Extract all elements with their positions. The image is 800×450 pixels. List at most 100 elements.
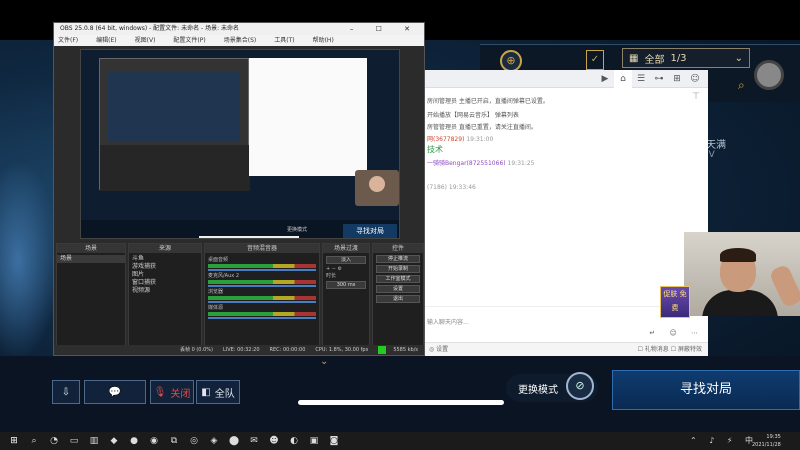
background-glow <box>0 160 60 360</box>
system-tray[interactable]: ⌃ ♪ ⚡ 中 <box>690 432 758 450</box>
chat-icon: 💬 <box>108 386 122 398</box>
volume-fader[interactable] <box>208 301 316 303</box>
menu-help[interactable]: 帮助(H) <box>313 35 334 46</box>
studio-mode-button[interactable]: 工作室模式 <box>376 275 420 283</box>
chat-timestamp: 19:31:00 <box>466 136 494 143</box>
tasks-icon[interactable]: ✓ <box>586 50 604 70</box>
volume-fader[interactable] <box>208 285 316 287</box>
ally-button[interactable]: ⇩ <box>52 380 80 404</box>
app-icon[interactable]: ◎ <box>186 434 202 448</box>
app-icon[interactable]: ◆ <box>106 434 122 448</box>
app-icon[interactable]: ◙ <box>326 434 342 448</box>
scenes-header: 场景 <box>57 244 125 253</box>
video-icon[interactable]: ▶ <box>596 70 614 88</box>
chat-message: (7186) 19:33:46 <box>427 184 476 191</box>
promo-badge[interactable]: 促肤 免费 <box>660 286 690 318</box>
settings-button[interactable]: 设置 <box>376 285 420 293</box>
source-item[interactable]: 游戏捕获 <box>129 263 201 271</box>
rec-time: REC: 00:00:00 <box>269 347 306 353</box>
user-icon[interactable]: ☺ <box>686 70 704 88</box>
list-icon[interactable]: ☰ <box>632 70 650 88</box>
team-button[interactable]: ◧ 全队 <box>196 380 240 404</box>
gift-icon[interactable]: ⊞ <box>668 70 686 88</box>
chat-message-text: 技术 <box>427 145 443 154</box>
chevron-down-icon[interactable]: ⌄ <box>320 356 328 367</box>
app-icon[interactable]: ✉ <box>246 434 262 448</box>
chat-input-toolbar[interactable]: ↵ ☺ ⋯ <box>649 329 704 337</box>
start-icon[interactable]: ⊞ <box>6 434 22 448</box>
duration-input[interactable]: 300 ms <box>326 281 366 289</box>
exit-button[interactable]: 退出 <box>376 295 420 303</box>
volume-meter <box>208 296 316 300</box>
app-icon[interactable]: ◈ <box>206 434 222 448</box>
home-indicator[interactable] <box>298 400 504 405</box>
app-icon[interactable]: ⬤ <box>226 434 242 448</box>
obs-status-bar: 丢帧 0 (0.0%) LIVE: 00:32:20 REC: 00:00:00… <box>54 345 424 355</box>
find-match-button[interactable]: 寻找对局 <box>612 370 800 410</box>
chat-filter-options[interactable]: ☐ 礼物消息 ☐ 屏蔽特效 <box>638 343 702 357</box>
search-icon[interactable]: ⌕ <box>738 78 745 93</box>
clock-time: 19:35 <box>766 434 781 440</box>
source-item[interactable]: 斗鱼 <box>129 255 201 263</box>
transition-select[interactable]: 淡入 <box>326 256 366 264</box>
app-icon[interactable]: ◉ <box>146 434 162 448</box>
menu-edit[interactable]: 编辑(E) <box>96 35 116 46</box>
chat-message: 房间管理员 主播已开启，直播间弹幕已设置。 <box>427 96 549 105</box>
region-dropdown[interactable]: ▦ 全部 1/3 ⌄ <box>622 48 750 68</box>
settings-link[interactable]: ◎ 设置 <box>429 346 448 353</box>
obs-preview[interactable]: 更换模式 寻找对局 <box>80 49 400 239</box>
chat-tabs: ▶ ⌂ ☰ ⊶ ⊞ ☺ <box>596 70 704 88</box>
source-item[interactable]: 视频源 <box>129 287 201 295</box>
search-icon[interactable]: ⌕ <box>26 434 42 448</box>
obs-menu-bar: 文件(F) 编辑(E) 视图(V) 配置文件(P) 场景集合(S) 工具(T) … <box>54 35 424 46</box>
obs-taskbar-icon[interactable]: ◐ <box>286 434 302 448</box>
explorer-icon[interactable]: ▭ <box>66 434 82 448</box>
chat-message: 一骑骑Bengar(872551066) 19:31:25 <box>427 158 534 167</box>
chat-message: 技术 <box>427 144 443 155</box>
chat-username[interactable]: 一骑骑Bengar(872551066) <box>427 160 506 167</box>
menu-tools[interactable]: 工具(T) <box>274 35 294 46</box>
grid-icon: ▦ <box>629 52 639 64</box>
menu-view[interactable]: 视图(V) <box>135 35 156 46</box>
scenes-dock: 场景 场景 + − ∧ ∨ <box>56 243 126 355</box>
home-icon[interactable]: ⌂ <box>614 70 632 88</box>
mode-icon[interactable]: ⊘ <box>566 372 594 400</box>
app-icon[interactable]: ▥ <box>86 434 102 448</box>
chat-placeholder: 输入聊天内容... <box>427 319 469 326</box>
app-icon[interactable]: ● <box>126 434 142 448</box>
chat-message-text: 房间管理员 主播已开启，直播间弹幕已设置。 <box>427 98 549 105</box>
clock-date: 2021/11/28 <box>752 442 781 448</box>
start-recording-button[interactable]: 开始录制 <box>376 265 420 273</box>
mic-button[interactable]: 🎙 关闭 <box>150 380 194 404</box>
chat-username[interactable]: 网(3677829) <box>427 136 464 143</box>
app-icon[interactable]: ⧉ <box>166 434 182 448</box>
app-icon[interactable]: ☻ <box>266 434 282 448</box>
menu-scene-collection[interactable]: 场景集合(S) <box>224 35 257 46</box>
gamepad-icon[interactable]: ⊶ <box>650 70 668 88</box>
chat-button[interactable]: 💬 <box>84 380 146 404</box>
chevron-down-icon: ⌄ <box>734 52 743 64</box>
source-item[interactable]: 窗口捕获 <box>129 279 201 287</box>
transitions-header: 场景过渡 <box>323 244 369 253</box>
window-controls[interactable]: – ☐ ✕ <box>350 23 420 35</box>
app-icon[interactable]: ▣ <box>306 434 322 448</box>
menu-profile[interactable]: 配置文件(P) <box>173 35 205 46</box>
mission-icon[interactable]: ⊕ <box>500 50 522 72</box>
webcam-arm <box>768 263 800 309</box>
volume-fader[interactable] <box>208 317 316 319</box>
region-page: 1/3 <box>670 52 687 64</box>
menu-file[interactable]: 文件(F) <box>58 35 78 46</box>
live-time: LIVE: 00:32:20 <box>222 347 260 353</box>
volume-fader[interactable] <box>208 269 316 271</box>
source-item[interactable]: 图片 <box>129 271 201 279</box>
chat-footer: ◎ 设置 ☐ 礼物消息 ☐ 屏蔽特效 <box>425 342 708 356</box>
taskbar-clock[interactable]: 19:35 2021/11/28 <box>752 433 781 449</box>
stop-streaming-button[interactable]: 停止推流 <box>376 255 420 263</box>
scene-item[interactable]: 场景 <box>57 255 125 263</box>
volume-meter <box>208 264 316 268</box>
pin-icon[interactable]: ⊤ <box>692 92 700 102</box>
task-view-icon[interactable]: ◔ <box>46 434 62 448</box>
chat-username[interactable]: (7186) <box>427 184 447 191</box>
nested-docks <box>100 145 250 191</box>
joystick-button[interactable] <box>754 60 784 90</box>
